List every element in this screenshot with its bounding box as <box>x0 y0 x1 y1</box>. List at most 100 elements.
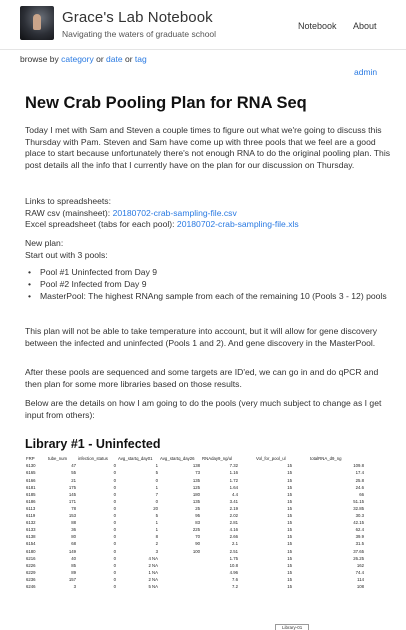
table-cell: 4.4 <box>232 491 238 497</box>
table-cell: 1 NA <box>148 569 158 575</box>
table-cell: 73 <box>195 470 200 476</box>
spreadsheet-table: FRP tube_num infection_status Avg_startq_da… <box>25 456 365 591</box>
table-cell <box>293 548 309 555</box>
gene-discovery-paragraph: This plan will not be able to take tempe… <box>25 326 378 348</box>
table-cell <box>239 548 255 555</box>
table-cell: 6130 <box>26 463 36 469</box>
list-item: MasterPool: The highest RNAng sample fro… <box>25 291 395 303</box>
table-row: 6185 145 0 7 180 4.4 15 66 <box>25 491 365 498</box>
table-cell: 225 <box>192 527 200 533</box>
table-cell: 153 <box>68 513 76 519</box>
excel-link[interactable]: 20180702-crab-sampling-file.xls <box>177 219 299 229</box>
post-title: New Crab Pooling Plan for RNA Seq <box>25 94 307 112</box>
links-heading: Links to spreadsheets: <box>25 196 111 206</box>
list-item: Pool #1 Uninfected from Day 9 <box>25 267 395 279</box>
table-cell: 109.8 <box>353 463 364 469</box>
table-cell: 0 <box>113 498 116 504</box>
table-cell: 162 <box>356 562 364 568</box>
site-title[interactable]: Grace's Lab Notebook <box>62 9 213 26</box>
table-cell <box>159 562 201 569</box>
table-cell: 42.15 <box>353 520 364 526</box>
table-cell: 6236 <box>26 576 36 582</box>
table-row: 6181 175 0 1 125 1.64 15 24.6 <box>25 484 365 491</box>
table-cell <box>293 484 309 491</box>
browse-category-link[interactable]: category <box>61 54 94 64</box>
table-cell <box>293 541 309 548</box>
table-cell: 2.19 <box>229 505 238 511</box>
table-cell: 6133 <box>26 527 36 533</box>
admin-link[interactable]: admin <box>354 67 377 77</box>
table-cell <box>239 541 255 548</box>
table-cell <box>239 463 255 470</box>
table-cell <box>239 584 255 591</box>
table-cell: 26.25 <box>353 555 364 561</box>
after-sequencing-paragraph: After these pools are sequenced and some… <box>25 367 379 389</box>
table-row: 6166 21 0 0 135 1.72 15 25.8 <box>25 477 365 484</box>
table-cell: 36 <box>71 527 76 533</box>
table-cell: 51.15 <box>353 498 364 504</box>
browse-bar: browse by category or date or tag <box>20 54 147 64</box>
table-row: 6229 89 0 1 NA 4.96 15 74.4 <box>25 570 365 577</box>
table-cell: 1.64 <box>229 484 238 490</box>
table-cell: 6181 <box>26 484 36 490</box>
table-cell: 15 <box>287 505 292 511</box>
post-intro: Today I met with Sam and Steven a couple… <box>25 125 391 170</box>
table-cell <box>293 562 309 569</box>
table-row: 6246 3 0 5 NA 7.2 15 108 <box>25 584 365 591</box>
table-cell: 3 <box>73 583 76 589</box>
table-cell: 15 <box>287 583 292 589</box>
nav-notebook-link[interactable]: Notebook <box>298 21 337 31</box>
table-cell: 89 <box>71 569 76 575</box>
table-cell: 157 <box>68 576 76 582</box>
table-cell: 114 <box>357 576 364 582</box>
pool-details-paragraph: Below are the details on how I am going … <box>25 398 382 420</box>
sheet-header-cell <box>293 456 309 463</box>
table-cell: 15 <box>287 513 292 519</box>
table-cell: 15 <box>287 569 292 575</box>
table-cell: 0 <box>113 484 116 490</box>
table-cell: 5 NA <box>148 583 158 589</box>
table-cell: 7.2 <box>232 583 238 589</box>
table-cell: 0 <box>155 498 158 504</box>
table-cell: 62.4 <box>355 527 364 533</box>
table-cell: 0 <box>113 470 116 476</box>
table-cell: 6166 <box>26 477 36 483</box>
table-cell <box>293 520 309 527</box>
table-cell: 3 <box>155 548 158 554</box>
table-cell: 55 <box>71 470 76 476</box>
table-cell: 47 <box>71 463 76 469</box>
table-cell: 100 <box>192 548 200 554</box>
table-cell: 66 <box>359 491 364 497</box>
table-cell: 31.5 <box>355 541 364 547</box>
table-row: 6154 68 0 2 90 2.1 15 31.5 <box>25 541 365 548</box>
table-cell: 6186 <box>26 498 36 504</box>
table-cell: 1 <box>155 520 158 526</box>
table-cell: 7.6 <box>232 576 238 582</box>
table-cell <box>239 555 255 562</box>
table-row: 6180 149 0 3 100 2.51 15 37.65 <box>25 548 365 555</box>
excel-label: Excel spreadsheet (tabs for each pool): <box>25 219 175 229</box>
table-cell: 17.4 <box>355 470 364 476</box>
avatar <box>20 6 54 40</box>
raw-csv-link[interactable]: 20180702-crab-sampling-file.csv <box>113 208 237 218</box>
table-row: 6165 55 0 5 73 1.16 15 17.4 <box>25 470 365 477</box>
table-cell: 6165 <box>26 470 36 476</box>
table-cell: 15 <box>287 576 292 582</box>
table-cell: 68 <box>71 541 76 547</box>
browse-date-link[interactable]: date <box>106 54 123 64</box>
plan-heading: New plan: <box>25 238 64 248</box>
sheet-header-cell: infection_status <box>78 456 108 462</box>
sheet-header-cell: totalRNA_d9_ng <box>310 456 342 462</box>
table-cell: 7 <box>155 491 158 497</box>
table-cell: 0 <box>113 477 116 483</box>
table-cell <box>293 534 309 541</box>
table-cell: 0 <box>113 505 116 511</box>
table-cell: 0 <box>113 534 116 540</box>
table-cell <box>293 527 309 534</box>
nav-about-link[interactable]: About <box>353 21 377 31</box>
table-cell: 39.9 <box>355 534 364 540</box>
browse-tag-link[interactable]: tag <box>135 54 147 64</box>
table-row: 6138 80 0 8 70 2.66 15 39.9 <box>25 534 365 541</box>
table-cell: 6185 <box>26 491 36 497</box>
table-cell <box>239 484 255 491</box>
